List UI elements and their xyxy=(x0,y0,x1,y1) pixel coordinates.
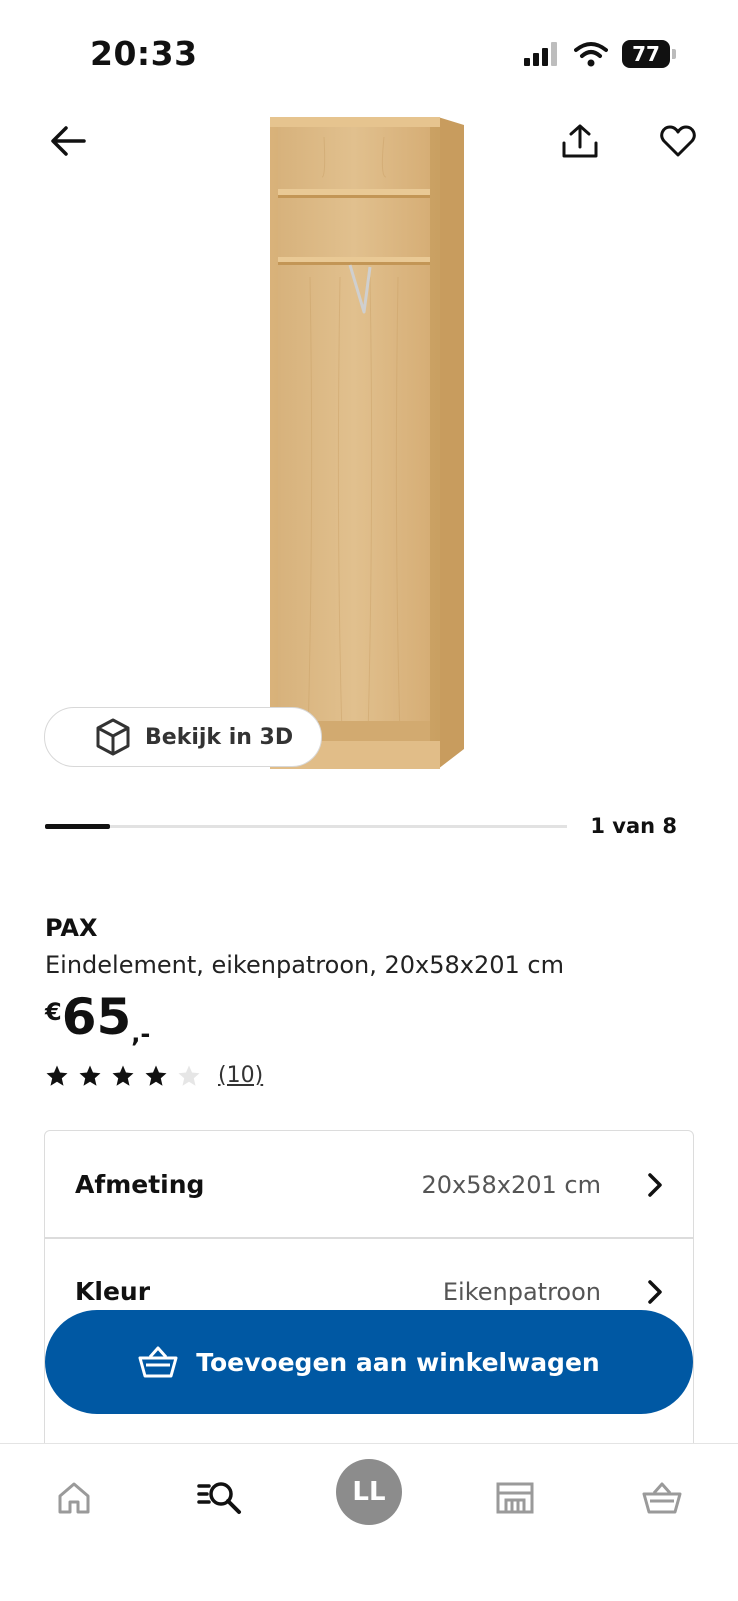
share-icon xyxy=(562,124,598,158)
star-filled-icon xyxy=(145,1065,167,1086)
view-3d-button[interactable]: Bekijk in 3D xyxy=(44,707,322,767)
back-arrow-icon xyxy=(51,126,86,156)
back-button[interactable] xyxy=(40,113,96,169)
nav-search[interactable] xyxy=(190,1468,250,1528)
option-label: Afmeting xyxy=(75,1170,205,1199)
gallery-counter: 1 van 8 xyxy=(590,814,677,838)
option-label: Kleur xyxy=(75,1277,151,1306)
wifi-icon xyxy=(574,42,608,67)
price-suffix: ,- xyxy=(131,1020,151,1048)
price-amount: 65 xyxy=(61,988,132,1046)
home-icon xyxy=(58,1482,90,1514)
bottom-navigation: LL xyxy=(0,1443,738,1601)
product-description: Eindelement, eikenpatroon, 20x58x201 cm xyxy=(45,951,564,979)
chevron-right-icon xyxy=(648,1172,662,1197)
product-rating[interactable]: (10) xyxy=(45,1063,263,1088)
cart-icon xyxy=(642,1482,682,1514)
product-image[interactable] xyxy=(270,117,466,769)
status-time: 20:33 xyxy=(90,34,198,73)
avatar[interactable]: LL xyxy=(336,1459,402,1525)
star-filled-icon xyxy=(46,1065,68,1086)
nav-stores[interactable] xyxy=(485,1468,545,1528)
signal-icon xyxy=(524,42,557,66)
status-icons: 77 xyxy=(524,40,676,68)
product-name: PAX xyxy=(45,914,98,942)
price-currency: € xyxy=(45,998,62,1026)
cube-icon xyxy=(96,718,130,756)
add-to-cart-button[interactable]: Toevoegen aan winkelwagen xyxy=(45,1310,693,1414)
search-icon xyxy=(197,1482,241,1514)
battery-icon: 77 xyxy=(622,40,676,68)
star-filled-icon xyxy=(112,1065,134,1086)
product-price: € 65 ,- xyxy=(45,992,150,1048)
battery-level: 77 xyxy=(632,42,660,66)
store-icon xyxy=(496,1482,534,1514)
star-empty-icon xyxy=(178,1065,200,1086)
add-to-cart-label: Toevoegen aan winkelwagen xyxy=(196,1347,600,1377)
nav-cart[interactable] xyxy=(632,1468,692,1528)
basket-icon xyxy=(138,1346,178,1378)
chevron-right-icon xyxy=(648,1279,662,1304)
option-value: Eikenpatroon xyxy=(442,1277,601,1306)
nav-home[interactable] xyxy=(44,1468,104,1528)
favorite-button[interactable] xyxy=(650,113,706,169)
rating-stars xyxy=(45,1064,201,1088)
share-button[interactable] xyxy=(552,113,608,169)
view-3d-label: Bekijk in 3D xyxy=(145,724,294,750)
option-row-size[interactable]: Afmeting 20x58x201 cm xyxy=(45,1131,693,1238)
star-filled-icon xyxy=(79,1065,101,1086)
option-value: 20x58x201 cm xyxy=(421,1170,602,1199)
gallery-progress xyxy=(45,824,567,829)
rating-count[interactable]: (10) xyxy=(218,1063,263,1088)
gallery-progress-fill xyxy=(45,824,111,829)
heart-icon xyxy=(660,125,696,157)
